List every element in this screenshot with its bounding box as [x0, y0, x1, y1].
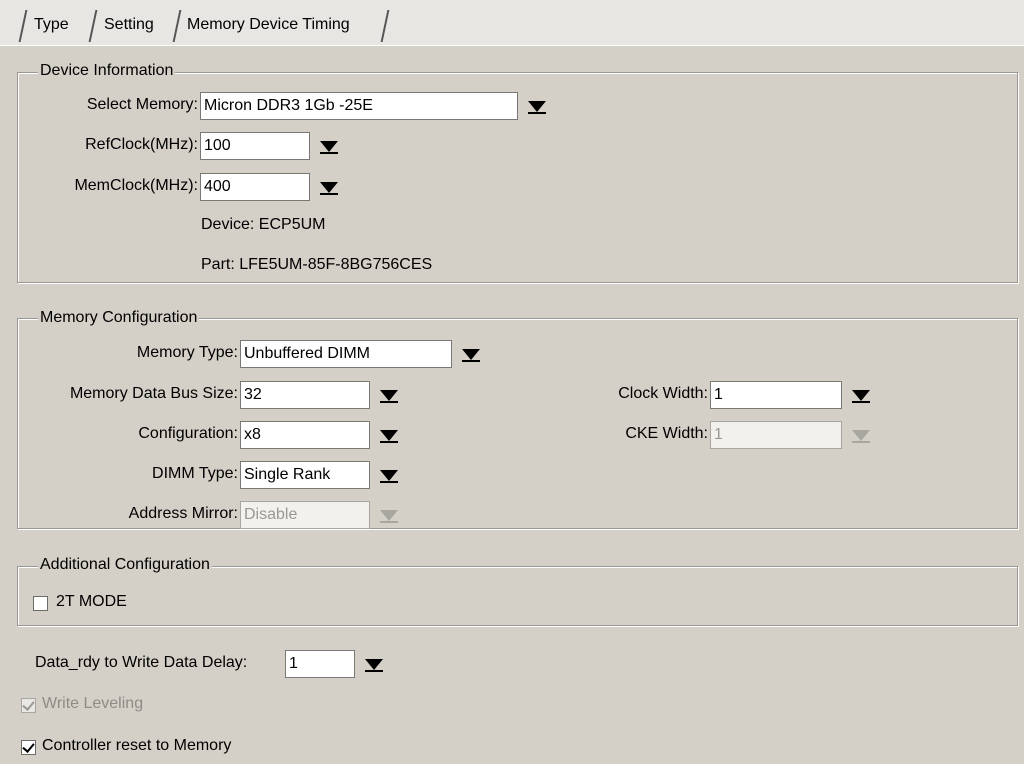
part-text: Part: LFE5UM-85F-8BG756CES	[201, 256, 433, 273]
tab-memory-device-timing[interactable]: Memory Device Timing	[187, 10, 350, 40]
chevron-down-icon	[848, 423, 874, 447]
tab-type[interactable]: Type	[34, 10, 69, 40]
cke-width-field: 1	[710, 421, 842, 449]
chevron-down-icon[interactable]	[361, 652, 387, 676]
memory-type-field[interactable]: Unbuffered DIMM	[240, 340, 452, 368]
two-t-mode-label: 2T MODE	[56, 593, 127, 610]
memclock-combo[interactable]: 400	[200, 173, 346, 201]
memory-type-label: Memory Type:	[136, 344, 238, 361]
data-rdy-delay-combo[interactable]: 1	[285, 650, 391, 678]
refclock-field[interactable]: 100	[200, 132, 310, 160]
tab-separator	[88, 10, 98, 42]
memory-configuration-title: Memory Configuration	[38, 309, 200, 327]
address-mirror-label: Address Mirror:	[128, 505, 238, 522]
data-bus-size-combo[interactable]: 32	[240, 381, 406, 409]
chevron-down-icon[interactable]	[376, 383, 402, 407]
select-memory-combo[interactable]: Micron DDR3 1Gb -25E	[200, 92, 554, 120]
cke-width-combo: 1	[710, 421, 878, 449]
address-mirror-combo: Disable	[240, 501, 406, 529]
refclock-combo[interactable]: 100	[200, 132, 346, 160]
tab-separator	[380, 10, 390, 42]
address-mirror-field: Disable	[240, 501, 370, 529]
clock-width-combo[interactable]: 1	[710, 381, 878, 409]
configuration-field[interactable]: x8	[240, 421, 370, 449]
configuration-label: Configuration:	[138, 425, 238, 442]
additional-configuration-group	[17, 566, 1018, 626]
controller-reset-checkbox[interactable]	[21, 740, 36, 755]
configuration-combo[interactable]: x8	[240, 421, 406, 449]
chevron-down-icon[interactable]	[316, 134, 342, 158]
chevron-down-icon[interactable]	[376, 423, 402, 447]
data-rdy-delay-label: Data_rdy to Write Data Delay:	[35, 654, 248, 671]
clock-width-field[interactable]: 1	[710, 381, 842, 409]
chevron-down-icon[interactable]	[316, 175, 342, 199]
dimm-type-combo[interactable]: Single Rank	[240, 461, 406, 489]
data-bus-size-label: Memory Data Bus Size:	[69, 385, 238, 402]
write-leveling-checkbox	[21, 698, 36, 713]
tab-separator	[172, 10, 182, 42]
additional-configuration-title: Additional Configuration	[38, 556, 212, 574]
chevron-down-icon[interactable]	[376, 463, 402, 487]
memclock-field[interactable]: 400	[200, 173, 310, 201]
memory-type-combo[interactable]: Unbuffered DIMM	[240, 340, 488, 368]
tab-bar: Type Setting Memory Device Timing	[0, 0, 1024, 46]
data-rdy-delay-field[interactable]: 1	[285, 650, 355, 678]
chevron-down-icon[interactable]	[458, 342, 484, 366]
tab-divider	[0, 45, 1024, 46]
memclock-label: MemClock(MHz):	[74, 177, 198, 194]
dimm-type-field[interactable]: Single Rank	[240, 461, 370, 489]
chevron-down-icon[interactable]	[524, 94, 550, 118]
refclock-label: RefClock(MHz):	[85, 136, 198, 153]
device-text: Device: ECP5UM	[201, 216, 326, 233]
write-leveling-label: Write Leveling	[42, 695, 144, 712]
data-bus-size-field[interactable]: 32	[240, 381, 370, 409]
select-memory-field[interactable]: Micron DDR3 1Gb -25E	[200, 92, 518, 120]
device-information-title: Device Information	[38, 62, 176, 80]
clock-width-label: Clock Width:	[618, 385, 708, 402]
cke-width-label: CKE Width:	[625, 425, 708, 442]
chevron-down-icon	[376, 503, 402, 527]
two-t-mode-checkbox[interactable]	[33, 596, 48, 611]
tab-separator	[18, 10, 28, 42]
chevron-down-icon[interactable]	[848, 383, 874, 407]
dimm-type-label: DIMM Type:	[152, 465, 238, 482]
controller-reset-label: Controller reset to Memory	[42, 737, 232, 754]
select-memory-label: Select Memory:	[86, 96, 198, 113]
tab-setting[interactable]: Setting	[104, 10, 154, 40]
